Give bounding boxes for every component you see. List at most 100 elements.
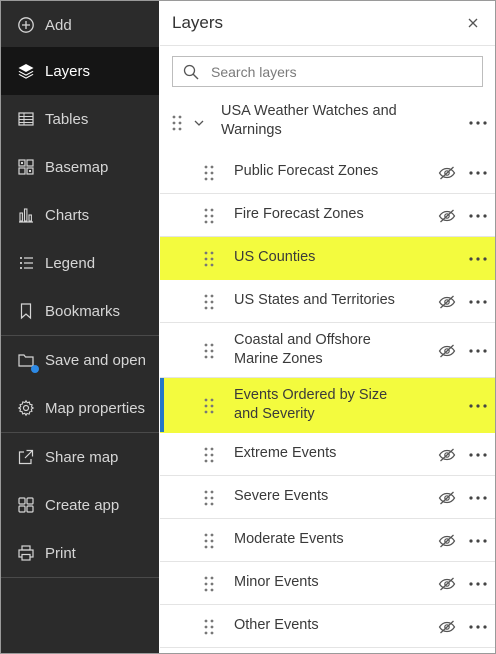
sidebar-item-create-app[interactable]: Create app	[1, 481, 159, 529]
legend-list-icon	[17, 254, 35, 272]
chevron-down-icon[interactable]	[193, 118, 205, 128]
gear-icon	[17, 399, 35, 417]
layer-group-label: USA Weather Watches and Warnings	[221, 103, 397, 138]
layer-label: Public Forecast Zones	[234, 163, 379, 179]
drag-handle-icon[interactable]	[204, 576, 214, 592]
layer-label: Coastal and Offshore Marine Zones	[234, 332, 371, 367]
visibility-off-icon[interactable]	[438, 295, 456, 309]
more-options-icon[interactable]	[468, 402, 488, 410]
sidebar-item-label: Basemap	[45, 158, 109, 176]
visibility-off-icon[interactable]	[438, 448, 456, 462]
sidebar-item-print[interactable]: Print	[1, 529, 159, 577]
more-options-icon[interactable]	[468, 537, 488, 545]
drag-handle-icon[interactable]	[204, 251, 214, 267]
layer-label: US Counties	[234, 249, 316, 265]
sidebar-item-legend[interactable]: Legend	[1, 239, 159, 287]
more-options-icon[interactable]	[468, 494, 488, 502]
search-input[interactable]	[211, 63, 471, 80]
more-options-icon[interactable]	[468, 169, 488, 177]
layer-row[interactable]: Moderate Events	[160, 519, 495, 562]
visibility-off-icon[interactable]	[438, 209, 456, 223]
drag-handle-icon[interactable]	[204, 398, 214, 414]
panel-title: Layers	[172, 13, 224, 32]
table-icon	[17, 110, 35, 128]
drag-handle-icon[interactable]	[204, 343, 214, 359]
printer-icon	[17, 544, 35, 562]
layer-label: Moderate Events	[234, 531, 344, 547]
basemap-grid-icon	[17, 158, 35, 176]
sidebar-item-label: Charts	[45, 206, 90, 224]
more-options-icon[interactable]	[468, 255, 488, 263]
sidebar-item-map-properties[interactable]: Map properties	[1, 384, 159, 432]
layer-row[interactable]: Other Events	[160, 605, 495, 648]
sidebar-item-label: Print	[45, 544, 76, 562]
sidebar-item-share-map[interactable]: Share map	[1, 433, 159, 481]
drag-handle-icon[interactable]	[204, 490, 214, 506]
close-button[interactable]	[463, 13, 483, 33]
drag-handle-icon[interactable]	[204, 294, 214, 310]
more-options-icon[interactable]	[468, 212, 488, 220]
plus-circle-icon	[17, 16, 35, 34]
visibility-off-icon[interactable]	[438, 620, 456, 634]
layer-row[interactable]: US States and Territories	[160, 280, 495, 323]
layer-row[interactable]: Severe Events	[160, 476, 495, 519]
app-window: Add Layers Tables Basemap Charts Legend …	[0, 0, 496, 654]
layer-label: Severe Events	[234, 488, 329, 504]
search-icon	[183, 64, 199, 79]
sidebar-item-label: Map properties	[45, 399, 146, 417]
sidebar-item-basemap[interactable]: Basemap	[1, 143, 159, 191]
layer-label: Other Events	[234, 617, 319, 633]
visibility-off-icon[interactable]	[438, 166, 456, 180]
sidebar-item-label: Add	[45, 16, 72, 34]
sidebar-item-layers[interactable]: Layers	[1, 47, 159, 95]
visibility-off-icon[interactable]	[438, 491, 456, 505]
bookmark-icon	[17, 302, 35, 320]
layer-row[interactable]: Extreme Events	[160, 433, 495, 476]
unsaved-badge	[31, 365, 39, 373]
more-options-icon[interactable]	[468, 298, 488, 306]
more-options-icon[interactable]	[468, 119, 488, 127]
more-options-icon[interactable]	[468, 580, 488, 588]
layer-row[interactable]: Events Ordered by Size and Severity	[160, 378, 495, 433]
layer-row[interactable]: Public Forecast Zones	[160, 151, 495, 194]
visibility-off-icon[interactable]	[438, 577, 456, 591]
sidebar-item-label: Legend	[45, 254, 96, 272]
layer-row[interactable]: Fire Forecast Zones	[160, 194, 495, 237]
sidebar-item-add[interactable]: Add	[1, 1, 159, 49]
layer-label: Extreme Events	[234, 445, 337, 461]
layer-label: US States and Territories	[234, 292, 395, 308]
drag-handle-icon[interactable]	[172, 115, 182, 131]
layer-row[interactable]: Minor Events	[160, 562, 495, 605]
layer-row[interactable]: Coastal and Offshore Marine Zones	[160, 323, 495, 378]
visibility-off-icon[interactable]	[438, 344, 456, 358]
sidebar-item-tables[interactable]: Tables	[1, 95, 159, 143]
sidebar-divider	[1, 577, 159, 578]
drag-handle-icon[interactable]	[204, 165, 214, 181]
drag-handle-icon[interactable]	[204, 208, 214, 224]
sidebar-item-label: Create app	[45, 496, 120, 514]
more-options-icon[interactable]	[468, 347, 488, 355]
sidebar-item-label: Tables	[45, 110, 89, 128]
drag-handle-icon[interactable]	[204, 533, 214, 549]
bar-chart-icon	[17, 206, 35, 224]
layer-group-row[interactable]: USA Weather Watches and Warnings	[160, 96, 495, 151]
sidebar-item-label: Save and open	[45, 351, 146, 369]
more-options-icon[interactable]	[468, 451, 488, 459]
layer-label: Events Ordered by Size and Severity	[234, 387, 388, 422]
apps-grid-icon	[17, 496, 35, 514]
sidebar-item-label: Bookmarks	[45, 302, 121, 320]
visibility-off-icon[interactable]	[438, 534, 456, 548]
drag-handle-icon[interactable]	[204, 447, 214, 463]
more-options-icon[interactable]	[468, 623, 488, 631]
layer-row[interactable]: US Counties	[160, 237, 495, 280]
sidebar-item-bookmarks[interactable]: Bookmarks	[1, 287, 159, 335]
sidebar-item-save-and-open[interactable]: Save and open	[1, 336, 159, 384]
layers-panel: Layers USA Weather Watches and Warnings …	[160, 1, 495, 653]
sidebar: Add Layers Tables Basemap Charts Legend …	[1, 1, 159, 653]
drag-handle-icon[interactable]	[204, 619, 214, 635]
sidebar-item-label: Layers	[45, 62, 91, 80]
folder-icon	[17, 351, 39, 373]
sidebar-item-charts[interactable]: Charts	[1, 191, 159, 239]
share-icon	[17, 448, 35, 466]
layers-icon	[17, 62, 35, 80]
